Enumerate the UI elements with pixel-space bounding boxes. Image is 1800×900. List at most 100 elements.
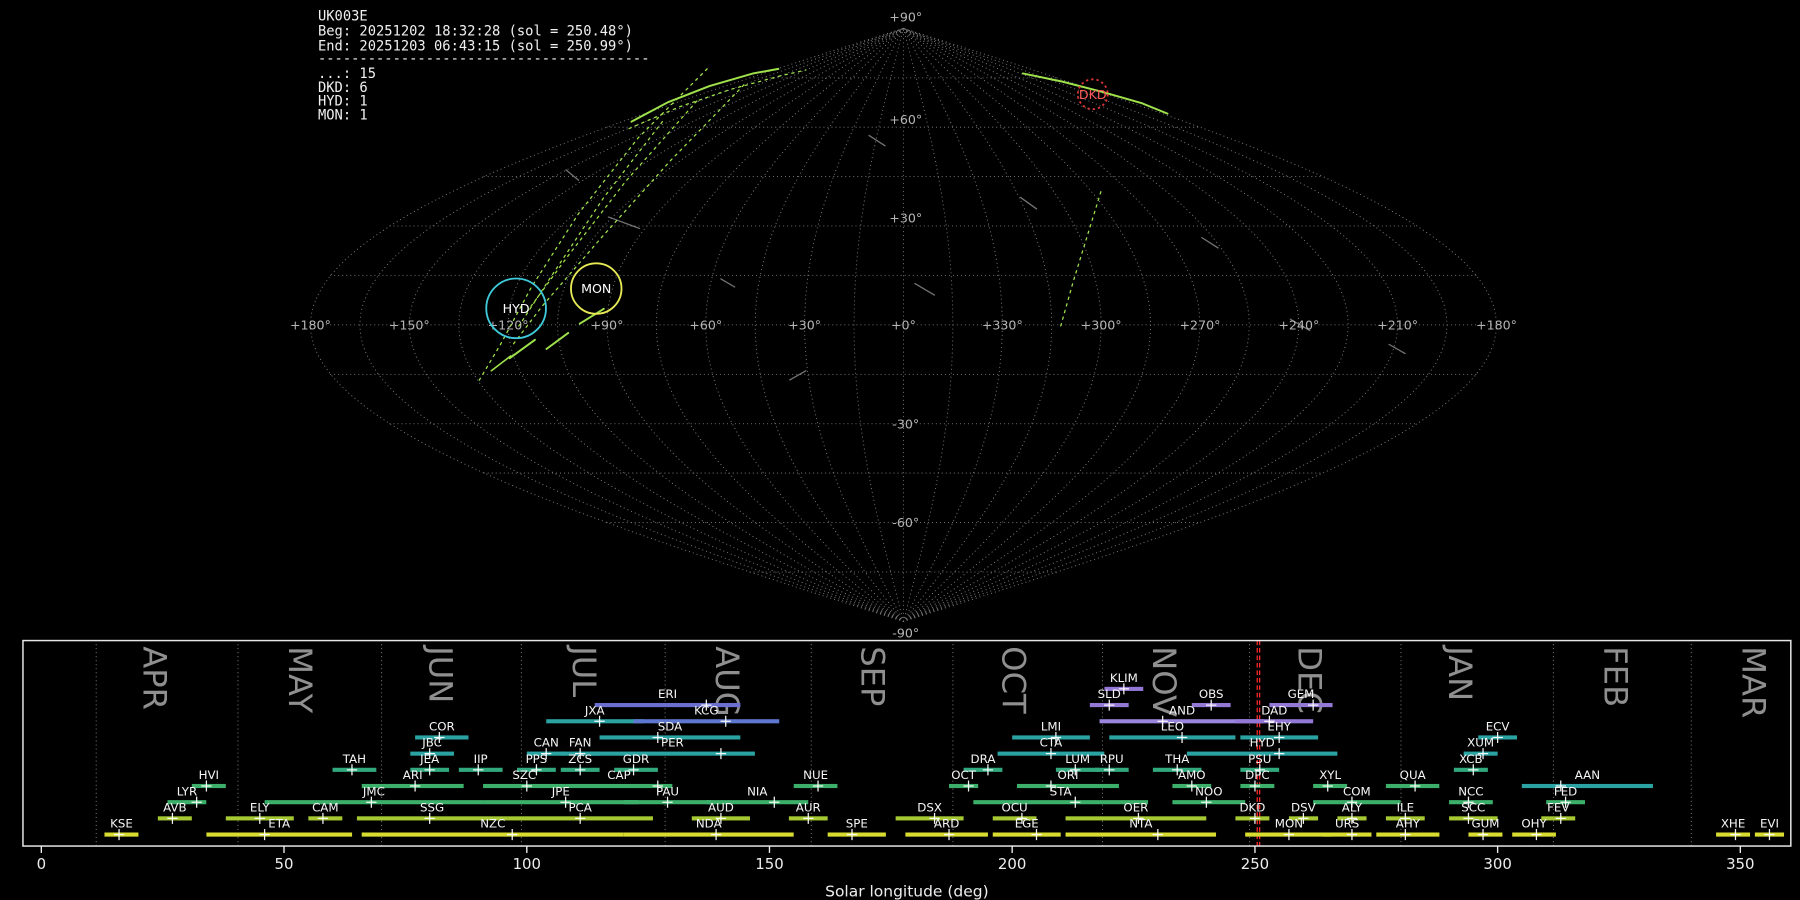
month-label-APR: APR	[135, 646, 173, 710]
lon-label: +330°	[982, 317, 1023, 332]
lat-label: -60°	[892, 515, 919, 530]
x-tick-label: 50	[275, 855, 294, 873]
shower-code-label: GEM	[1288, 687, 1315, 701]
x-tick-label: 150	[755, 855, 783, 873]
shower-code-label: OCU	[1001, 800, 1027, 814]
lat-label: -30°	[892, 416, 919, 431]
month-label-JUN: JUN	[422, 644, 460, 703]
count-mon: MON: 1	[318, 107, 368, 123]
shower-code-label: OCT	[951, 768, 977, 782]
activity-bar	[362, 833, 624, 837]
meteor-track	[546, 333, 568, 349]
shower-code-label: NIA	[747, 784, 767, 798]
shower-code-label: DSX	[917, 800, 942, 814]
shower-code-label: PCA	[568, 800, 591, 814]
sporadic-track	[915, 284, 935, 295]
shower-SPE: SPE	[828, 817, 886, 840]
shower-code-label: XUM	[1467, 736, 1494, 750]
lon-label: +270°	[1179, 317, 1220, 332]
peak-marker	[711, 829, 721, 840]
peak-marker	[1764, 829, 1774, 840]
shower-code-label: DPC	[1245, 768, 1269, 782]
shower-code-label: NCC	[1458, 784, 1483, 798]
shower-code-label: STA	[1050, 784, 1072, 798]
activity-bar	[993, 833, 1061, 837]
shower-code-label: XHE	[1721, 817, 1745, 831]
peak-marker	[716, 748, 726, 759]
peak-marker	[769, 797, 779, 808]
peak-marker	[1410, 780, 1420, 791]
shower-code-label: LEO	[1161, 720, 1184, 734]
shower-code-label: TAH	[342, 752, 366, 766]
sporadic-track	[869, 135, 885, 145]
shower-code-label: QUA	[1400, 768, 1426, 782]
lon-label: +240°	[1278, 317, 1319, 332]
shower-code-label: PSU	[1248, 752, 1271, 766]
month-label-SEP: SEP	[854, 646, 892, 706]
month-label-MAR: MAR	[1735, 646, 1773, 718]
peak-marker	[167, 813, 177, 824]
shower-code-label: COR	[429, 720, 455, 734]
shower-code-label: ARI	[403, 768, 423, 782]
activity-bar	[590, 752, 755, 756]
shower-code-label: MON	[1275, 817, 1303, 831]
shower-code-label: SDA	[658, 720, 682, 734]
shower-GUM: GUM	[1468, 817, 1502, 840]
shower-code-label: JEA	[419, 752, 439, 766]
peak-marker	[1274, 748, 1284, 759]
shower-code-label: GUM	[1471, 817, 1499, 831]
x-tick-label: 350	[1726, 855, 1754, 873]
activity-timeline: APRMAYJUNJULAUGSEPOCTNOVDECJANFEBMARKLIM…	[23, 641, 1791, 900]
begin-time: Beg: 20251202 18:32:28 (sol = 250.48°)	[318, 24, 633, 40]
activity-bar	[1109, 735, 1235, 739]
shower-code-label: JXA	[584, 703, 605, 717]
lon-label: +60°	[689, 317, 722, 332]
shower-code-label: JMC	[362, 784, 385, 798]
peak-marker	[425, 764, 435, 775]
shower-code-label: SCC	[1461, 800, 1485, 814]
activity-bar	[206, 833, 352, 837]
peak-marker	[114, 829, 124, 840]
peak-marker	[983, 764, 993, 775]
shower-code-label: CAM	[312, 800, 339, 814]
shower-code-label: THA	[1164, 752, 1189, 766]
lon-label: +0°	[891, 317, 916, 332]
shower-code-label: AUD	[708, 800, 734, 814]
lon-label: +30°	[788, 317, 821, 332]
x-tick-label: 200	[998, 855, 1026, 873]
meteor-track	[1061, 192, 1101, 326]
shower-IIP: IIP	[459, 752, 503, 775]
peak-marker	[255, 813, 265, 824]
sporadic-track	[790, 371, 806, 380]
lon-label: +180°	[290, 317, 331, 332]
radiant-label-MON: MON	[581, 281, 611, 296]
peak-marker	[1284, 829, 1294, 840]
month-label-MAY: MAY	[281, 646, 319, 713]
sporadic-track	[1389, 344, 1405, 353]
shower-code-label: OHY	[1521, 817, 1547, 831]
peak-marker	[963, 780, 973, 791]
peak-marker	[662, 797, 672, 808]
sporadic-track	[608, 217, 639, 228]
month-label-JAN: JAN	[1441, 644, 1479, 701]
meteor-track	[479, 69, 707, 381]
shower-code-label: EGE	[1015, 817, 1039, 831]
lon-label: +90°	[590, 317, 623, 332]
shower-code-label: DSV	[1291, 800, 1316, 814]
peak-marker	[1046, 748, 1056, 759]
shower-code-label: AMO	[1178, 768, 1206, 782]
shower-STA: STA	[973, 784, 1148, 807]
shower-code-label: PPS	[526, 752, 548, 766]
shower-code-label: EHY	[1267, 720, 1291, 734]
shower-bars: KLIMERISLDOBSGEMJXAKCGANDDADCORSDALMILEO…	[104, 671, 1784, 840]
shower-code-label: ELY	[250, 800, 270, 814]
peak-marker	[201, 780, 211, 791]
peak-marker	[575, 764, 585, 775]
month-label-FEB: FEB	[1596, 646, 1634, 707]
shower-code-label: LYR	[177, 784, 197, 798]
shower-code-label: CAP	[607, 768, 630, 782]
shower-code-label: NTA	[1129, 817, 1152, 831]
radiant-label-DKD: DKD	[1079, 87, 1107, 102]
shower-code-label: LMI	[1041, 720, 1061, 734]
peak-marker	[507, 829, 517, 840]
